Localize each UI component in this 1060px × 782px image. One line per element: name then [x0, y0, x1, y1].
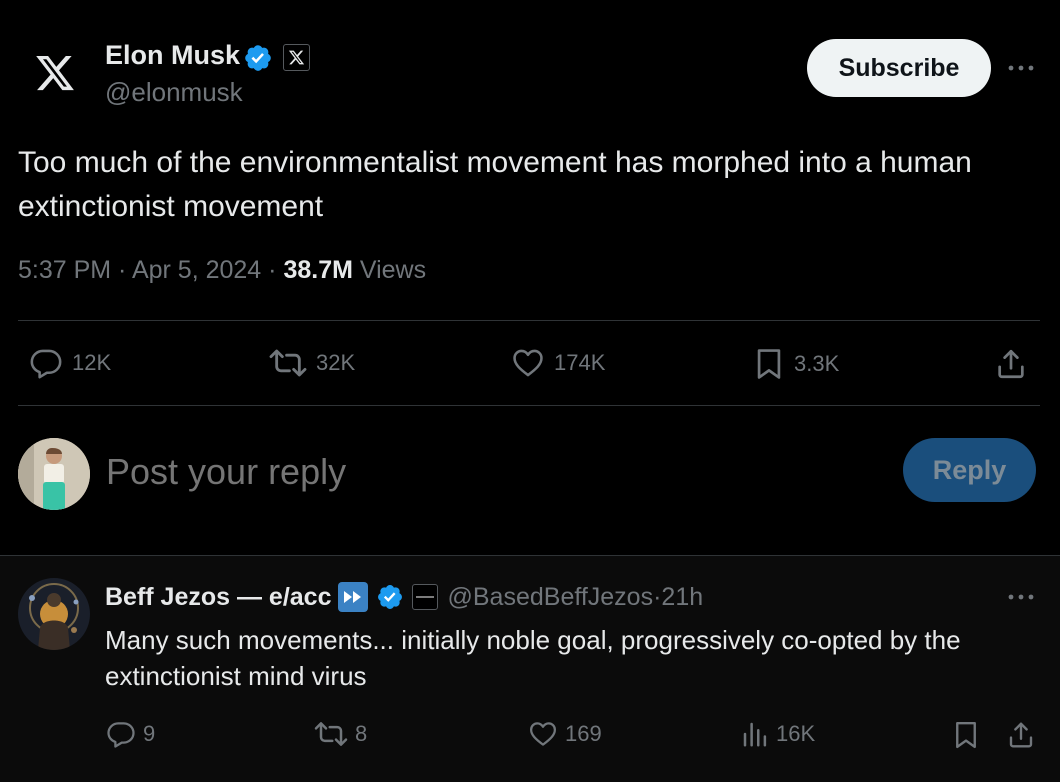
heart-icon	[530, 722, 556, 746]
reply-author-name[interactable]: Beff Jezos — e/acc	[105, 583, 332, 612]
reply-like-action[interactable]: 169	[527, 719, 602, 749]
like-count: 174K	[554, 350, 606, 375]
reply-bookmark-icon[interactable]	[951, 719, 981, 751]
reply-repost-action[interactable]: 8	[313, 719, 367, 749]
reply-views-action[interactable]: 16K	[740, 719, 815, 749]
share-icon[interactable]	[994, 346, 1028, 382]
reply-input[interactable]	[106, 446, 806, 498]
reply-reply-count: 9	[143, 721, 156, 746]
reply-more-options-icon[interactable]	[1006, 587, 1036, 607]
reply-text: Many such movements... initially noble g…	[105, 625, 961, 691]
reply-header: Beff Jezos — e/acc @BasedBeffJezos · 21h	[105, 582, 704, 612]
reply-count: 12K	[72, 350, 112, 375]
bookmark-icon	[757, 349, 781, 379]
subscribe-button[interactable]: Subscribe	[807, 39, 991, 97]
affiliate-badge-icon	[411, 584, 438, 610]
repost-action[interactable]: 32K	[268, 346, 355, 380]
like-action[interactable]: 174K	[510, 346, 605, 380]
post-time[interactable]: 5:37 PM	[18, 256, 111, 284]
views-label: Views	[359, 256, 427, 284]
x-logo-icon	[34, 52, 76, 94]
reply-author-handle[interactable]: @BasedBeffJezos	[448, 583, 654, 612]
reply-views-count: 16K	[776, 721, 816, 746]
verified-badge-icon	[376, 583, 404, 611]
repost-icon	[269, 349, 307, 377]
reply-repost-count: 8	[355, 721, 368, 746]
views-count: 38.7M	[283, 256, 353, 284]
affiliate-x-badge-icon	[283, 44, 310, 71]
views-chart-icon	[743, 722, 767, 747]
reply-share-icon[interactable]	[1006, 719, 1036, 751]
bookmark-count: 3.3K	[794, 351, 840, 376]
verified-badge-icon	[243, 43, 273, 73]
heart-icon	[513, 349, 543, 377]
post-meta: 5:37 PM · Apr 5, 2024 · 38.7M Views	[18, 256, 427, 284]
divider	[18, 405, 1040, 406]
post-author-handle[interactable]: @elonmusk	[105, 77, 243, 108]
reply-icon	[30, 349, 62, 379]
reply-action[interactable]: 12K	[28, 346, 111, 380]
fast-forward-badge-icon	[337, 582, 368, 612]
reply-button[interactable]: Reply	[903, 438, 1036, 502]
repost-icon	[314, 722, 348, 746]
more-options-icon[interactable]	[1006, 58, 1036, 78]
post-text: Too much of the environmentalist movemen…	[18, 146, 972, 223]
reply-age[interactable]: 21h	[661, 583, 703, 612]
bookmark-action[interactable]: 3.3K	[752, 346, 839, 382]
post-date[interactable]: Apr 5, 2024	[132, 256, 261, 284]
repost-count: 32K	[316, 350, 356, 375]
post-author-name[interactable]: Elon Musk	[105, 40, 240, 71]
current-user-avatar	[18, 438, 90, 510]
reply-reply-action[interactable]: 9	[105, 719, 155, 749]
reply-like-count: 169	[565, 721, 602, 746]
divider	[18, 320, 1040, 321]
reply-author-avatar[interactable]	[18, 578, 90, 650]
reply-icon	[107, 722, 135, 748]
